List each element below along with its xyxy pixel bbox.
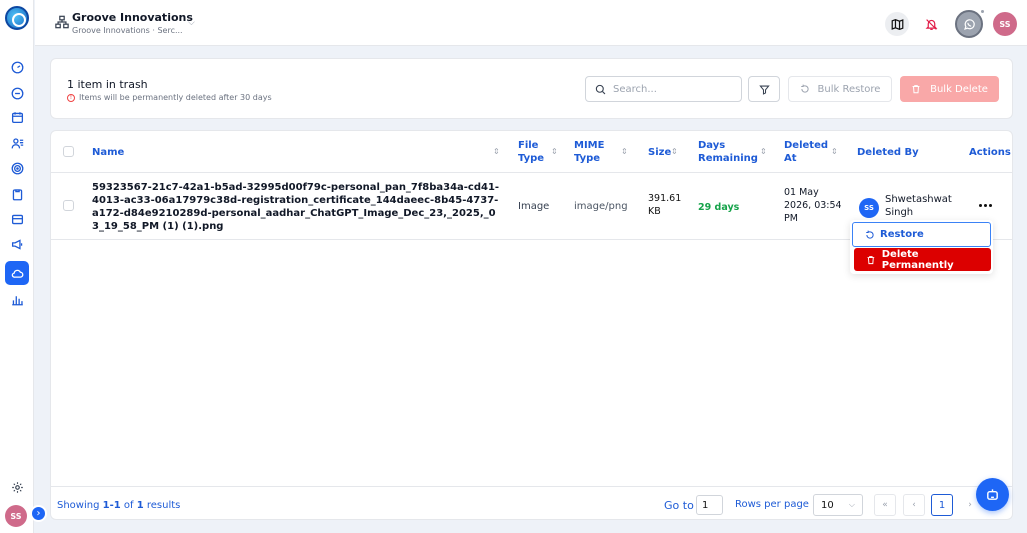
user-avatar[interactable]: SS [993, 12, 1017, 36]
settings-icon[interactable] [8, 478, 26, 496]
results-summary: Showing 1-1 of 1 results [57, 500, 181, 511]
restore-menu-item[interactable]: Restore [852, 222, 991, 247]
sidebar [0, 0, 34, 533]
trash-table-card: Name ⇕ File Type ⇕ MIME Type ⇕ Size ⇕ Da… [50, 130, 1013, 520]
sort-deleted-at-icon[interactable]: ⇕ [831, 147, 838, 156]
deleted-at: 01 May 2026, 03:54 PM [784, 187, 842, 224]
top-header: Groove Innovations Groove Innovations · … [35, 0, 1027, 46]
org-subtitle: Groove Innovations · Serc... [72, 26, 183, 35]
calendar-icon[interactable] [8, 108, 26, 126]
clipboard-icon[interactable] [8, 185, 26, 203]
sort-name-icon[interactable]: ⇕ [493, 147, 500, 156]
restore-label: Restore [880, 229, 924, 240]
megaphone-icon[interactable] [8, 235, 26, 253]
current-page-button[interactable]: 1 [931, 494, 953, 516]
table-header: Name ⇕ File Type ⇕ MIME Type ⇕ Size ⇕ Da… [51, 131, 1012, 173]
row-checkbox[interactable] [63, 200, 74, 211]
deleted-by: Shwetashwat Singh [885, 194, 952, 218]
chat-icon[interactable] [8, 84, 26, 102]
file-size: 391.61 KB [648, 193, 682, 217]
first-page-button[interactable]: « [874, 494, 896, 516]
row-action-menu: Restore Delete Permanently [850, 220, 993, 274]
prev-page-button[interactable]: ‹ [903, 494, 925, 516]
goto-label: Go to [664, 499, 694, 512]
col-deleted-by: Deleted By [857, 147, 919, 158]
assistant-bot-icon[interactable] [976, 478, 1009, 511]
org-switcher-chevron-down-icon[interactable]: ⌵ [188, 18, 195, 28]
search-box[interactable] [585, 76, 742, 102]
trash-icon [867, 255, 875, 264]
users-icon[interactable] [8, 134, 26, 152]
table-footer: Showing 1-1 of 1 results Go to Rows per … [51, 486, 1012, 520]
goto-page-input[interactable] [696, 495, 723, 515]
rows-per-page-select[interactable]: 10 ⌵ [813, 494, 863, 516]
col-deleted-at[interactable]: Deleted At [784, 139, 830, 165]
org-name[interactable]: Groove Innovations [72, 11, 193, 24]
target-icon[interactable] [8, 159, 26, 177]
restore-icon [800, 84, 809, 93]
whatsapp-icon[interactable] [955, 10, 983, 38]
bulk-restore-label: Bulk Restore [817, 83, 881, 95]
deleted-by-avatar: SS [859, 198, 879, 218]
rows-per-page-label: Rows per page [735, 499, 809, 510]
cloud-icon[interactable] [5, 261, 29, 285]
app-logo-icon[interactable] [5, 6, 29, 30]
col-size[interactable]: Size [648, 146, 671, 159]
card-icon[interactable] [8, 210, 26, 228]
org-hierarchy-icon [55, 14, 69, 29]
trash-warning: ! Items will be permanently deleted afte… [67, 93, 272, 102]
whatsapp-status-dot [980, 9, 985, 14]
col-actions: Actions [969, 147, 1011, 158]
sort-file-type-icon[interactable]: ⇕ [551, 147, 558, 156]
row-actions-more-icon[interactable] [976, 198, 994, 212]
trash-warning-text: Items will be permanently deleted after … [79, 93, 272, 102]
delete-permanently-label: Delete Permanently [881, 248, 954, 271]
sort-mime-type-icon[interactable]: ⇕ [621, 147, 628, 156]
filter-icon [758, 85, 770, 95]
sort-size-icon[interactable]: ⇕ [671, 147, 678, 156]
trash-icon [912, 85, 920, 94]
sort-days-remaining-icon[interactable]: ⇕ [760, 147, 767, 156]
bulk-restore-button[interactable]: Bulk Restore [788, 76, 892, 102]
select-all-checkbox[interactable] [63, 146, 74, 157]
bulk-delete-button[interactable]: Bulk Delete [900, 76, 999, 102]
bulk-delete-label: Bulk Delete [930, 83, 988, 95]
delete-permanently-menu-item[interactable]: Delete Permanently [854, 248, 991, 271]
trash-summary-card: 1 item in trash ! Items will be permanen… [50, 58, 1013, 119]
warning-icon: ! [67, 93, 75, 102]
search-icon [595, 84, 606, 94]
sidebar-avatar[interactable]: SS [5, 505, 27, 527]
col-mime-type[interactable]: MIME Type [574, 139, 608, 165]
days-remaining: 29 days [698, 202, 740, 213]
map-icon[interactable] [885, 12, 909, 36]
search-input[interactable] [613, 83, 733, 95]
trash-count-title: 1 item in trash [67, 78, 148, 91]
col-name[interactable]: Name [92, 146, 124, 159]
col-days-remaining[interactable]: Days Remaining [698, 139, 758, 165]
col-file-type[interactable]: File Type [518, 139, 548, 165]
restore-icon [866, 230, 874, 239]
notifications-off-icon[interactable] [919, 12, 943, 36]
sidebar-expand-chevron-icon[interactable]: › [30, 505, 47, 522]
file-type: Image [518, 201, 550, 212]
analytics-icon[interactable] [8, 290, 26, 308]
chevron-down-icon: ⌵ [848, 500, 855, 509]
filter-button[interactable] [748, 76, 780, 102]
rows-per-page-value: 10 [821, 499, 834, 511]
mime-type: image/png [574, 201, 628, 212]
file-name: 59323567-21c7-42a1-b5ad-32995d00f79c-per… [92, 182, 500, 232]
dashboard-icon[interactable] [8, 58, 26, 76]
